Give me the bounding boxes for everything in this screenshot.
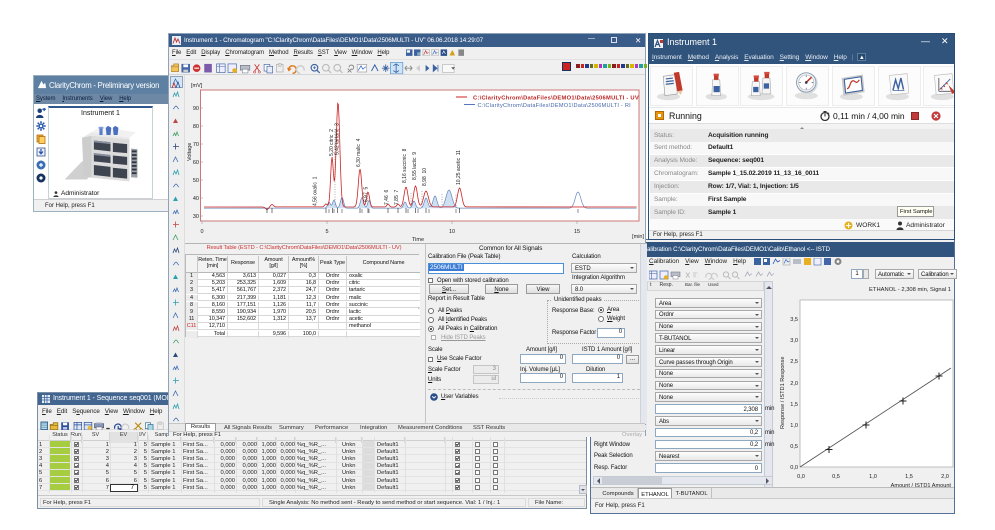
svg-text:15: 15 xyxy=(574,229,580,235)
svg-text:Voltage: Voltage xyxy=(187,143,193,161)
svg-text:2,0: 2,0 xyxy=(941,474,949,480)
svg-text:6,30 malic 4: 6,30 malic 4 xyxy=(356,138,362,167)
svg-text:70: 70 xyxy=(193,142,199,148)
svg-text:1,5: 1,5 xyxy=(905,474,913,480)
svg-text:C:\ClarityChrom\DataFiles\DEMO: C:\ClarityChrom\DataFiles\DEMO1\Data\250… xyxy=(473,96,639,102)
svg-text:0: 0 xyxy=(200,229,203,235)
svg-text:[mV]: [mV] xyxy=(191,83,203,89)
svg-text:10: 10 xyxy=(449,229,455,235)
svg-text:8,16 succinic 8: 8,16 succinic 8 xyxy=(402,148,408,183)
svg-text:4,56 oxalic 1: 4,56 oxalic 1 xyxy=(313,176,319,206)
svg-text:0,5: 0,5 xyxy=(790,444,798,450)
svg-text:30: 30 xyxy=(193,214,199,220)
svg-text:7,46 6: 7,46 6 xyxy=(384,189,390,205)
svg-text:2,0: 2,0 xyxy=(790,381,798,387)
svg-text:2,5: 2,5 xyxy=(790,359,798,365)
svg-text:0,0: 0,0 xyxy=(797,474,805,480)
svg-text:3,5: 3,5 xyxy=(790,317,798,323)
svg-text:80: 80 xyxy=(193,124,199,130)
svg-text:90: 90 xyxy=(193,106,199,112)
svg-text:40: 40 xyxy=(193,196,199,202)
svg-text:5: 5 xyxy=(325,229,328,235)
svg-text:1,0: 1,0 xyxy=(790,423,798,429)
svg-text:C:\ClarityChrom\DataFiles\DEMO: C:\ClarityChrom\DataFiles\DEMO1\Data\250… xyxy=(478,103,632,109)
svg-text:8,98 10: 8,98 10 xyxy=(422,168,428,186)
svg-text:50: 50 xyxy=(193,178,199,184)
svg-text:5,42 tartaric 3: 5,42 tartaric 3 xyxy=(335,123,341,155)
svg-text:ETHANOL - 2,308 min, Signal 1: ETHANOL - 2,308 min, Signal 1 xyxy=(869,287,951,293)
svg-text:Response / ISTD1 Response: Response / ISTD1 Response xyxy=(780,357,786,429)
svg-text:0,5: 0,5 xyxy=(832,474,840,480)
svg-text:3,0: 3,0 xyxy=(790,338,798,344)
svg-text:6,97 5: 6,97 5 xyxy=(363,186,369,202)
svg-text:1,5: 1,5 xyxy=(790,402,798,408)
svg-text:[min]: [min] xyxy=(632,234,644,240)
svg-text:8,55 lactic 9: 8,55 lactic 9 xyxy=(412,152,418,180)
svg-text:0,0: 0,0 xyxy=(790,465,798,471)
svg-text:1,0: 1,0 xyxy=(869,474,877,480)
svg-text:10,25 acetic 11: 10,25 acetic 11 xyxy=(456,150,462,185)
svg-text:7,85 7: 7,85 7 xyxy=(394,189,400,205)
svg-text:60: 60 xyxy=(193,160,199,166)
